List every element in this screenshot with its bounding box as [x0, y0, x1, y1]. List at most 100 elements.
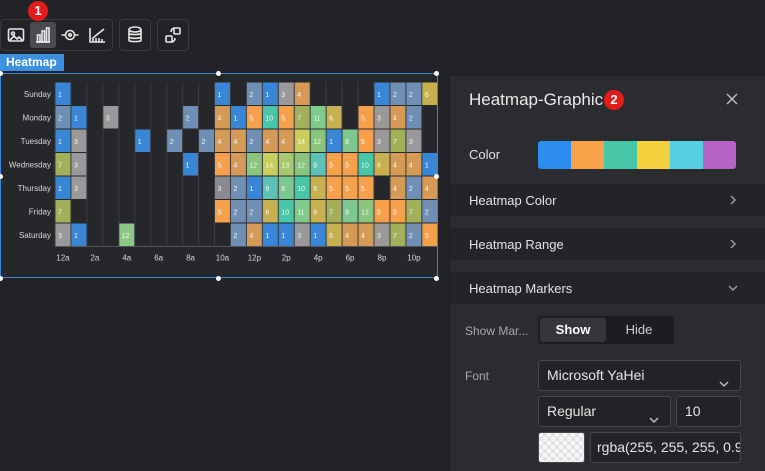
show-markers-toggle: Show Hide: [538, 316, 674, 344]
x-tick-label: 12a: [56, 254, 70, 263]
font-color-swatch[interactable]: [538, 432, 585, 463]
chart-settings-button[interactable]: [30, 22, 56, 48]
section-heatmap-markers[interactable]: Heatmap Markers: [450, 272, 765, 304]
cell-value-label: 1: [74, 233, 78, 240]
x-tick-label: 6a: [154, 254, 163, 263]
cell-value-label: 2: [249, 139, 253, 146]
resize-handle-top[interactable]: [216, 71, 221, 76]
data-group: [119, 19, 151, 51]
cell-value-label: 4: [393, 115, 397, 122]
bar-chart-icon: [36, 27, 50, 43]
heatmap-widget[interactable]: Sunday Monday Tuesday Wednesday Thursday Frid…: [0, 73, 438, 278]
palette-swatch-5[interactable]: [670, 141, 703, 169]
cell-value-label: 6: [377, 162, 381, 169]
chevron-down-icon: [727, 282, 739, 294]
cell-value-label: 2: [249, 92, 253, 99]
cell-value-label: 5: [345, 162, 349, 169]
font-color-input[interactable]: rgba(255, 255, 255, 0.9: [590, 432, 741, 463]
chevron-right-icon: [727, 238, 739, 250]
font-color-value: rgba(255, 255, 255, 0.9: [597, 439, 741, 455]
cell-value-label: 14: [297, 139, 305, 146]
color-label: Color: [469, 147, 501, 162]
cell-value-label: 1: [218, 92, 222, 99]
step-badge-2: 2: [604, 90, 624, 110]
x-tick-label: 8a: [186, 254, 195, 263]
resize-handle-right[interactable]: [434, 174, 439, 179]
cell-value-label: 5: [425, 233, 429, 240]
cell-value-label: 2: [409, 233, 413, 240]
cell-value-label: 2: [409, 186, 413, 193]
cell-value-label: 5: [249, 115, 253, 122]
font-size-input[interactable]: 10: [676, 396, 741, 427]
font-family-select[interactable]: Microsoft YaHei: [538, 360, 741, 391]
cell-value-label: 5: [361, 115, 365, 122]
data-source-button[interactable]: [122, 22, 148, 48]
cell-value-label: 2: [58, 115, 62, 122]
cell-value-label: 5: [361, 139, 365, 146]
y-tick-label: Saturday: [19, 231, 51, 240]
cell-value-label: 1: [58, 92, 62, 99]
cell-value-label: 1: [313, 233, 317, 240]
axis-icon: [89, 28, 105, 43]
resize-handle-bl[interactable]: [0, 276, 3, 281]
palette-swatch-4[interactable]: [637, 141, 670, 169]
cell-value-label: 3: [74, 162, 78, 169]
show-option[interactable]: Show: [540, 318, 606, 342]
x-tick-label: 4p: [314, 254, 323, 263]
x-tick-label: 2p: [282, 254, 291, 263]
cell-value-label: 10: [265, 115, 273, 122]
section-heatmap-range[interactable]: Heatmap Range: [450, 228, 765, 260]
palette-swatch-1[interactable]: [538, 141, 571, 169]
cell-value-label: 8: [281, 186, 285, 193]
cell-value-label: 12: [122, 233, 130, 240]
chart-toolbar: [0, 19, 189, 51]
palette-swatch-3[interactable]: [604, 141, 637, 169]
cell-value-label: 5: [329, 162, 333, 169]
image-icon: [7, 28, 25, 42]
x-tick-label: 10p: [407, 254, 421, 263]
close-button[interactable]: [725, 92, 739, 106]
cell-value-label: 1: [281, 233, 285, 240]
cell-value-label: 7: [297, 115, 301, 122]
palette-swatch-6[interactable]: [703, 141, 736, 169]
cell-value-label: 3: [106, 115, 110, 122]
cell-value-label: 4: [249, 233, 253, 240]
cell-value-label: 2: [425, 209, 429, 216]
cell-value-label: 12: [361, 209, 369, 216]
cell-value-label: 3: [58, 233, 62, 240]
image-settings-button[interactable]: [3, 22, 29, 48]
palette-swatch-2[interactable]: [571, 141, 604, 169]
y-tick-label: Tuesday: [21, 137, 51, 146]
x-tick-label: 10a: [216, 254, 230, 263]
resize-handle-bottom[interactable]: [216, 276, 221, 281]
cell-value-label: 3: [218, 186, 222, 193]
cell-value-label: 4: [218, 115, 222, 122]
interaction-button[interactable]: [160, 22, 186, 48]
cell-value-label: 2: [170, 139, 174, 146]
cell-value-label: 3: [281, 92, 285, 99]
cell-value-label: 1: [186, 162, 190, 169]
cell-value-label: 6: [313, 209, 317, 216]
axis-settings-button[interactable]: [84, 22, 110, 48]
y-tick-label: Wednesday: [9, 160, 51, 169]
widget-name-tag[interactable]: Heatmap: [0, 54, 64, 71]
cell-value-label: 3: [409, 139, 413, 146]
cell-value-label: 7: [409, 209, 413, 216]
font-weight-select[interactable]: Regular: [538, 396, 671, 427]
cell-value-label: 1: [74, 115, 78, 122]
cell-value-label: 1: [58, 186, 62, 193]
cell-value-label: 11: [297, 209, 304, 216]
y-tick-label: Thursday: [18, 184, 51, 193]
hide-option[interactable]: Hide: [606, 318, 672, 342]
resize-handle-tr[interactable]: [434, 71, 439, 76]
cell-value-label: 7: [393, 139, 397, 146]
cell-value-label: 7: [329, 209, 333, 216]
cell-value-label: 3: [377, 115, 381, 122]
cell-value-label: 4: [281, 139, 285, 146]
resize-handle-br[interactable]: [434, 276, 439, 281]
cell-value-label: 2: [186, 115, 190, 122]
section-heatmap-color[interactable]: Heatmap Color: [450, 184, 765, 216]
marker-settings-button[interactable]: [57, 22, 83, 48]
cell-value-label: 8: [345, 139, 349, 146]
color-palette[interactable]: [538, 141, 736, 169]
